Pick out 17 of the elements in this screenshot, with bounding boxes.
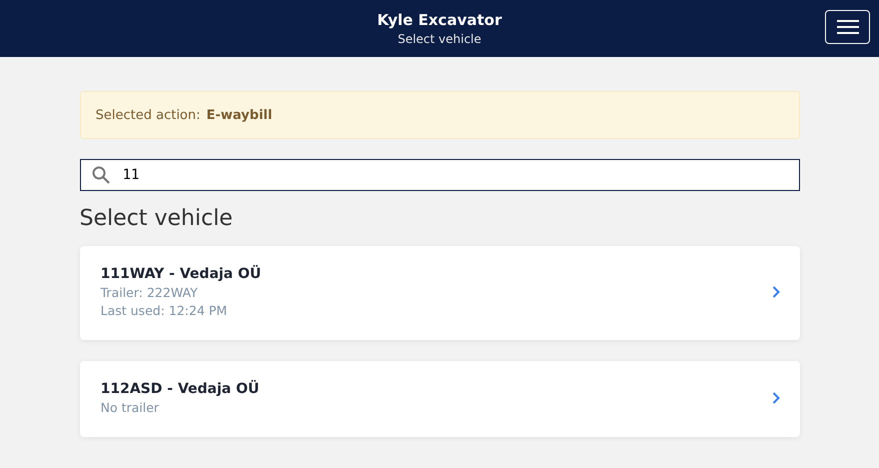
banner-label: Selected action: <box>96 108 200 122</box>
section-heading: Select vehicle <box>80 205 234 233</box>
vehicle-card[interactable]: 112ASD - Vedaja OÜ No trailer <box>80 361 800 437</box>
vehicle-detail: Last used: 12:24 PM <box>100 303 228 318</box>
search-field[interactable]: 11 <box>80 159 800 191</box>
banner-value: E-waybill <box>206 108 272 122</box>
chevron-icon <box>772 392 780 404</box>
app-title: Kyle Excavator <box>377 11 502 29</box>
menu-button[interactable] <box>825 10 870 44</box>
vehicle-detail: Trailer: 222WAY <box>100 285 199 300</box>
vehicle-detail: No trailer <box>100 400 160 415</box>
vehicle-name: 111WAY - Vedaja OÜ <box>100 266 262 282</box>
chevron-icon <box>772 286 780 298</box>
vehicle-card[interactable]: 111WAY - Vedaja OÜ Trailer: 222WAY Last used: 12:24 PM <box>80 246 800 340</box>
menu-icon <box>836 19 858 35</box>
vehicle-name: 112ASD - Vedaja OÜ <box>100 381 260 397</box>
page-subtitle: Select vehicle <box>398 32 482 46</box>
